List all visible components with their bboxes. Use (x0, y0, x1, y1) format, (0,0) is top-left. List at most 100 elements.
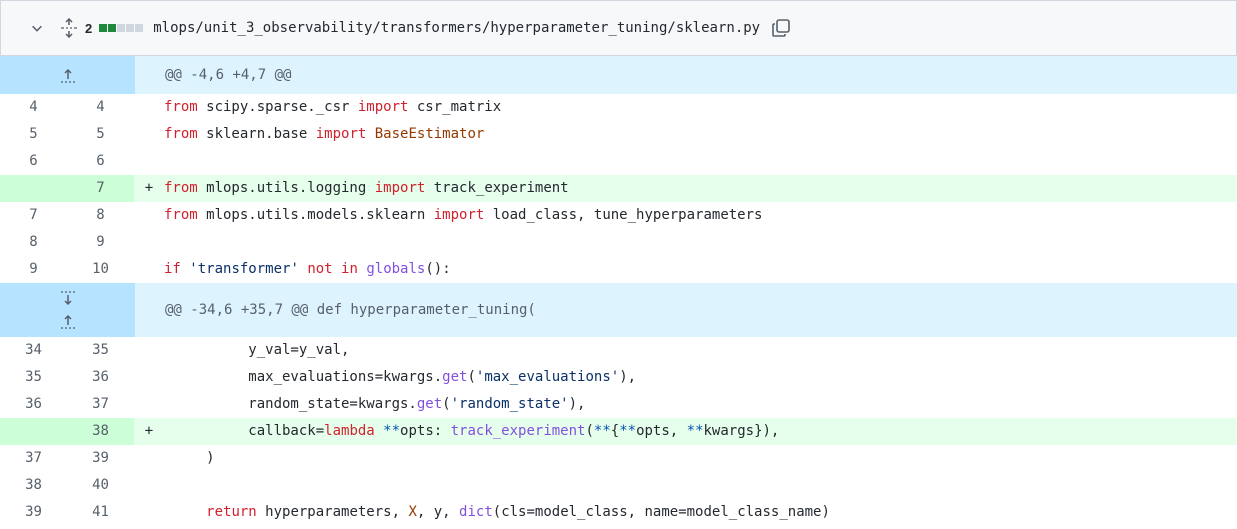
code-token: max_evaluations=kwargs. (164, 369, 443, 385)
expand-up-icon[interactable] (58, 310, 78, 332)
new-line-number[interactable]: 5 (67, 121, 134, 148)
old-line-number[interactable]: 4 (0, 94, 67, 121)
hunk-header-row: @@ -4,6 +4,7 @@ (0, 56, 1237, 94)
code-token: dict (459, 504, 493, 520)
diff-marker (135, 56, 165, 94)
diff-marker (135, 283, 165, 337)
diff-line-context: 37 39 ) (0, 445, 1237, 472)
code-token: from (164, 126, 198, 142)
code-line: ) (164, 445, 1237, 472)
code-token: import (433, 207, 485, 223)
diff-marker (134, 391, 164, 418)
new-line-number[interactable]: 39 (67, 445, 134, 472)
diff-marker (134, 121, 164, 148)
diff-line-context: 7 8 from mlops.utils.models.sklearn import… (0, 202, 1237, 229)
code-line: from scipy.sparse._csr import csr_matrix (164, 94, 1237, 121)
code-token: random_state=kwargs. (164, 396, 417, 412)
diff-marker (134, 499, 164, 526)
diff-line-context: 35 36 max_evaluations=kwargs.get('max_eva… (0, 364, 1237, 391)
diff-line-context: 4 4 from scipy.sparse._csr import csr_matr… (0, 94, 1237, 121)
code-line: y_val=y_val, (164, 337, 1237, 364)
diff-marker (134, 148, 164, 175)
code-token: ** (383, 423, 401, 439)
new-line-number[interactable]: 10 (67, 256, 134, 283)
code-token: import (315, 126, 367, 142)
diff-line-context: 5 5 from sklearn.base import BaseEstimator (0, 121, 1237, 148)
diff-marker (134, 364, 164, 391)
code-token: callback= (164, 423, 325, 439)
code-token: if (164, 261, 181, 277)
code-token: track_experiment (425, 180, 569, 196)
copy-icon[interactable] (770, 17, 792, 39)
code-token: in (341, 261, 358, 277)
diffstat-block-added (108, 24, 117, 32)
chevron-down-icon[interactable] (29, 20, 45, 36)
old-line-number[interactable]: 7 (0, 202, 67, 229)
old-line-number[interactable]: 38 (0, 472, 67, 499)
new-line-number[interactable]: 8 (67, 202, 134, 229)
code-token: get (416, 396, 443, 412)
code-token: , y, (416, 504, 460, 520)
code-token: load_class, tune_hyperparameters (484, 207, 763, 223)
code-token: kwargs}), (703, 423, 780, 439)
code-line: callback=lambda **opts: track_experiment… (164, 418, 1237, 445)
code-token: import (374, 180, 426, 196)
old-line-number[interactable]: 36 (0, 391, 67, 418)
code-token: from (164, 99, 198, 115)
diff-line-context: 9 10 if 'transformer' not in globals(): (0, 256, 1237, 283)
diff-marker (134, 202, 164, 229)
code-token: sklearn.base (197, 126, 316, 142)
new-line-number[interactable]: 9 (67, 229, 134, 256)
code-token: ), (619, 369, 637, 385)
new-line-number[interactable]: 36 (67, 364, 134, 391)
expand-down-icon[interactable] (58, 288, 78, 310)
new-line-number[interactable]: 41 (67, 499, 134, 526)
code-token: hyperparameters, (256, 504, 409, 520)
code-token: csr_matrix (408, 99, 502, 115)
diff-marker (134, 94, 164, 121)
old-line-number[interactable]: 6 (0, 148, 67, 175)
hunk-expander (0, 283, 135, 337)
code-token: get (442, 369, 468, 385)
old-line-number[interactable] (0, 418, 67, 445)
code-line: random_state=kwargs.get('random_state'), (164, 391, 1237, 418)
diff-line-context: 34 35 y_val=y_val, (0, 337, 1237, 364)
code-token: ( (442, 396, 451, 412)
new-line-number[interactable]: 4 (67, 94, 134, 121)
old-line-number[interactable]: 8 (0, 229, 67, 256)
diff-line-added: 38 + callback=lambda **opts: track_experi… (0, 418, 1237, 445)
old-line-number[interactable]: 39 (0, 499, 67, 526)
code-token: 'random_state' (450, 396, 569, 412)
old-line-number[interactable]: 34 (0, 337, 67, 364)
new-line-number[interactable]: 6 (67, 148, 134, 175)
old-line-number[interactable]: 5 (0, 121, 67, 148)
code-token: (cls=model_class, name=model_class_name) (492, 504, 830, 520)
diff-line-context: 38 40 (0, 472, 1237, 499)
code-line: from sklearn.base import BaseEstimator (164, 121, 1237, 148)
diff-table: @@ -4,6 +4,7 @@ 4 4 from scipy.sparse._csr… (0, 56, 1237, 526)
unfold-icon[interactable] (59, 17, 79, 39)
diff-marker: + (144, 423, 154, 439)
code-token: not (307, 261, 333, 277)
old-line-number[interactable]: 9 (0, 256, 67, 283)
code-line: from mlops.utils.models.sklearn import l… (164, 202, 1237, 229)
old-line-number[interactable]: 35 (0, 364, 67, 391)
hunk-expander (0, 56, 135, 94)
diffstat-block-neutral (117, 24, 126, 32)
code-token: mlops.utils.logging (197, 180, 375, 196)
new-line-number[interactable]: 40 (67, 472, 134, 499)
new-line-number[interactable]: 38 (67, 418, 134, 445)
code-token: ( (467, 369, 476, 385)
old-line-number[interactable]: 37 (0, 445, 67, 472)
diff-line-added: 7 + from mlops.utils.logging import track_… (0, 175, 1237, 202)
file-header: 2 mlops/unit_3_observability/transformer… (0, 0, 1237, 56)
file-path-link[interactable]: mlops/unit_3_observability/transformers/… (153, 20, 760, 36)
code-line: from mlops.utils.logging import track_ex… (164, 175, 1237, 202)
new-line-number[interactable]: 35 (67, 337, 134, 364)
diffstat-block-neutral (126, 24, 135, 32)
new-line-number[interactable]: 7 (67, 175, 134, 202)
expand-up-icon[interactable] (58, 64, 78, 86)
old-line-number[interactable] (0, 175, 67, 202)
new-line-number[interactable]: 37 (67, 391, 134, 418)
